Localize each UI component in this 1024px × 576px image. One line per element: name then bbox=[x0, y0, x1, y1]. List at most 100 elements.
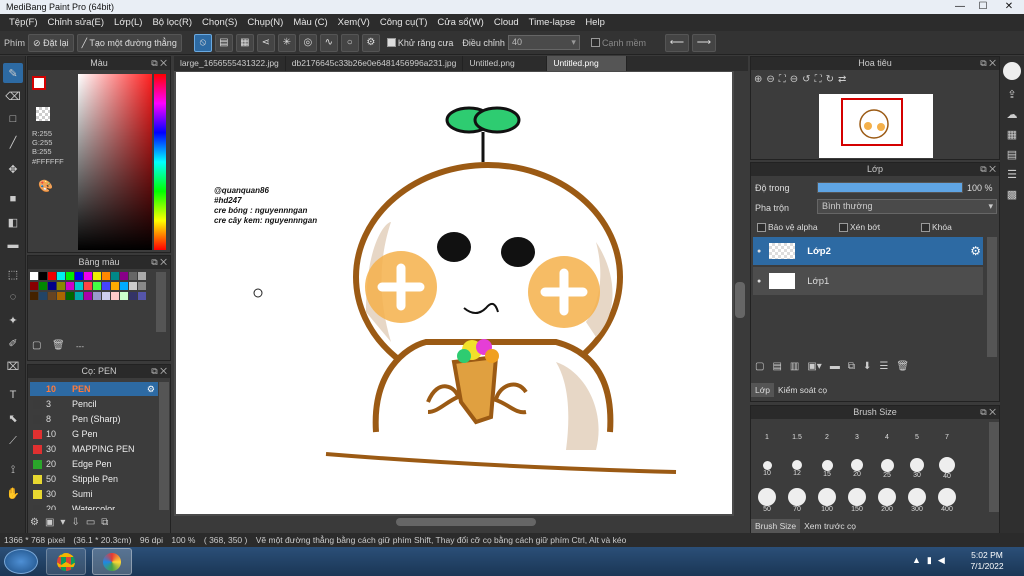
chrome-taskbar-item[interactable] bbox=[46, 548, 86, 575]
layer-scrollbar[interactable] bbox=[987, 237, 997, 357]
brush-add-icon[interactable]: ⚙ bbox=[30, 517, 39, 528]
tab-layer[interactable]: Lớp bbox=[751, 383, 775, 397]
brush-size-option[interactable]: 400 bbox=[933, 486, 961, 516]
palette-swatch[interactable] bbox=[138, 272, 146, 280]
drawing-canvas[interactable]: @quanquan86 #hd247 cre bóng : nguyennnga… bbox=[176, 72, 732, 514]
palette-swatch[interactable] bbox=[30, 282, 38, 290]
palette-swatch[interactable] bbox=[39, 292, 47, 300]
palette-swatch[interactable] bbox=[30, 292, 38, 300]
start-button[interactable] bbox=[4, 549, 38, 574]
brush-item[interactable]: 50 Stipple Pen bbox=[30, 472, 158, 486]
hue-slider[interactable] bbox=[154, 74, 166, 250]
menu-color[interactable]: Màu (C) bbox=[288, 17, 332, 28]
panel-menu-icon[interactable]: ⧉ ✕ bbox=[980, 406, 996, 419]
palette-swatch[interactable] bbox=[129, 272, 137, 280]
palette-swatch[interactable] bbox=[39, 282, 47, 290]
add-layer-menu-icon[interactable]: ▣▾ bbox=[807, 361, 821, 372]
panel-menu-icon[interactable]: ⧉ ✕ bbox=[151, 365, 167, 378]
brush-size-option[interactable]: 12 bbox=[783, 454, 811, 484]
ruler-cross-icon[interactable]: ▦ bbox=[235, 33, 254, 52]
brush-size-option[interactable]: 25 bbox=[873, 454, 901, 484]
palette-swatch[interactable] bbox=[84, 292, 92, 300]
brush-folder-icon[interactable]: ▣ bbox=[45, 517, 54, 528]
network-icon[interactable]: ▮ bbox=[927, 555, 932, 566]
layer-row-2[interactable]: ● Lớp2 ⚙ bbox=[753, 237, 983, 265]
hand-tool-icon[interactable]: ✋ bbox=[3, 483, 23, 503]
menu-view[interactable]: Xem(V) bbox=[333, 17, 375, 28]
zoom-in-icon[interactable]: ⊕ bbox=[754, 74, 762, 85]
saturation-value-picker[interactable] bbox=[78, 74, 152, 250]
volume-icon[interactable]: ◀ bbox=[938, 555, 945, 566]
brush-menu-icon[interactable]: ▾ bbox=[60, 517, 65, 528]
menu-file[interactable]: Tệp(F) bbox=[4, 17, 43, 28]
brush-item[interactable]: 30 Sumi bbox=[30, 487, 158, 501]
brush-size-option[interactable]: 1 bbox=[753, 422, 781, 452]
menu-layer[interactable]: Lớp(L) bbox=[109, 17, 147, 28]
opacity-slider[interactable] bbox=[817, 182, 963, 193]
gear-icon[interactable]: ⚙ bbox=[970, 244, 981, 258]
new-layer-8bit-icon[interactable]: ▤ bbox=[772, 361, 781, 372]
panel-menu-icon[interactable]: ⧉ ✕ bbox=[980, 57, 996, 70]
ruler-concentric-icon[interactable]: ◎ bbox=[298, 33, 317, 52]
palette-swatch[interactable] bbox=[57, 272, 65, 280]
palette-swatch[interactable] bbox=[102, 292, 110, 300]
brush-import-icon[interactable]: ⇩ bbox=[71, 517, 79, 528]
pen-tool-icon[interactable]: ╱ bbox=[3, 132, 23, 152]
palette-swatch[interactable] bbox=[84, 272, 92, 280]
operation-tool-icon[interactable]: ⬉ bbox=[3, 408, 23, 428]
palette-swatch[interactable] bbox=[66, 292, 74, 300]
protect-alpha-checkbox[interactable]: Bảo vệ alpha bbox=[757, 222, 818, 232]
tab-brush-size[interactable]: Brush Size bbox=[751, 519, 801, 533]
ruler-curve-icon[interactable]: ∿ bbox=[319, 33, 338, 52]
antialias-checkbox[interactable]: Khử răng cưa bbox=[386, 38, 453, 48]
palette-swatch[interactable] bbox=[57, 292, 65, 300]
tab-untitled-2[interactable]: Untitled.png bbox=[547, 56, 628, 71]
palette-swatch[interactable] bbox=[48, 272, 56, 280]
brush-size-option[interactable]: 200 bbox=[873, 486, 901, 516]
minimize-button[interactable]: — bbox=[950, 0, 970, 14]
brush-size-option[interactable]: 150 bbox=[843, 486, 871, 516]
brush-item[interactable]: 20 Watercolor bbox=[30, 502, 158, 510]
palette-swatch[interactable] bbox=[111, 292, 119, 300]
medibang-taskbar-item[interactable] bbox=[92, 548, 132, 575]
brush-size-option[interactable]: 7 bbox=[933, 422, 961, 452]
brush-size-option[interactable]: 4 bbox=[873, 422, 901, 452]
lasso-icon[interactable]: ◌ bbox=[3, 287, 23, 307]
blend-mode-select[interactable]: Bình thường ▾ bbox=[817, 199, 997, 214]
tab-brush-control[interactable]: Kiểm soát cọ bbox=[774, 383, 831, 397]
ruler-circle-icon[interactable]: ○ bbox=[340, 33, 359, 52]
gear-icon[interactable]: ⚙ bbox=[147, 384, 155, 395]
close-button[interactable]: ✕ bbox=[996, 0, 1022, 14]
folder-icon[interactable]: ▬ bbox=[830, 361, 840, 372]
fill-tool-icon[interactable]: ◧ bbox=[3, 212, 23, 232]
menu-filter[interactable]: Bộ lọc(R) bbox=[147, 17, 197, 28]
brush-size-option[interactable]: 40 bbox=[933, 454, 961, 484]
menu-edit[interactable]: Chỉnh sửa(E) bbox=[43, 17, 110, 28]
brush-item[interactable]: 10 G Pen bbox=[30, 427, 158, 441]
magic-wand-icon[interactable]: ✦ bbox=[3, 310, 23, 330]
brush-size-option[interactable]: 30 bbox=[903, 454, 931, 484]
palette-swatch[interactable] bbox=[102, 282, 110, 290]
brush-item[interactable]: 3 Pencil bbox=[30, 397, 158, 411]
rotate-right-icon[interactable]: ↻ bbox=[826, 74, 834, 85]
layer-list-icon[interactable]: ☰ bbox=[1002, 164, 1022, 184]
ruler-parallel-icon[interactable]: ▤ bbox=[214, 33, 233, 52]
brush-size-scrollbar[interactable] bbox=[989, 422, 999, 512]
divide-tool-icon[interactable]: ⟋ bbox=[3, 431, 23, 451]
palette-swatch[interactable] bbox=[48, 282, 56, 290]
palette-swatch[interactable] bbox=[84, 282, 92, 290]
tab-large[interactable]: large_1656555431322.jpg bbox=[174, 56, 286, 71]
page-icon[interactable]: ▤ bbox=[1002, 144, 1022, 164]
brush-item[interactable]: 30 MAPPING PEN bbox=[30, 442, 158, 456]
clock[interactable]: 5:02 PM 7/1/2022 bbox=[960, 550, 1014, 572]
tab-untitled-1[interactable]: Untitled.png bbox=[463, 56, 548, 71]
palette-swatch[interactable] bbox=[57, 282, 65, 290]
palette-swatch[interactable] bbox=[39, 272, 47, 280]
menu-timelapse[interactable]: Time-lapse bbox=[524, 17, 581, 28]
gradient-tool-icon[interactable]: ▬ bbox=[3, 235, 23, 255]
flip-icon[interactable]: ⇄ bbox=[838, 74, 846, 85]
grid-icon[interactable]: ▩ bbox=[1002, 184, 1022, 204]
redo-icon[interactable]: ⟶ bbox=[691, 33, 716, 52]
eye-icon[interactable]: ● bbox=[757, 278, 761, 285]
transparent-swatch[interactable] bbox=[36, 107, 50, 121]
